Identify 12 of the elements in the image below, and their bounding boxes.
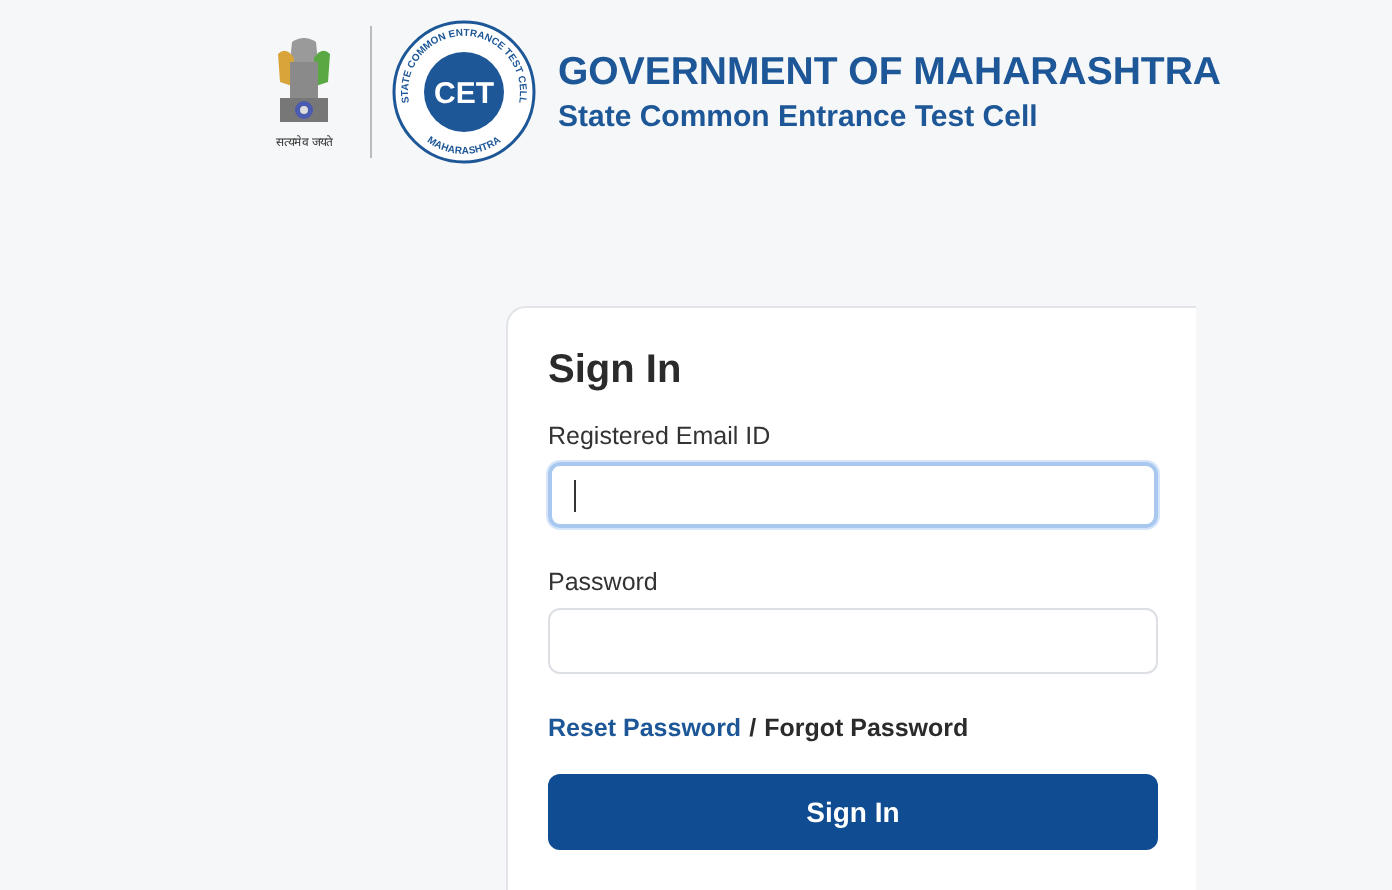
reset-password-link[interactable]: Reset Password: [548, 714, 742, 742]
forgot-password-link[interactable]: Forgot Password: [764, 714, 969, 742]
form-heading: Sign In: [548, 348, 684, 394]
input-field[interactable]: [548, 608, 1158, 674]
field-label: Password: [548, 568, 660, 596]
logo-mark: CET: [434, 77, 494, 111]
link-separator: /: [749, 714, 757, 742]
sign-in-button[interactable]: Sign In: [548, 774, 1158, 850]
site-title: GOVERNMENT OF MAHARASHTRA: [558, 50, 1221, 96]
site-subtitle: State Common Entrance Test Cell: [558, 100, 1040, 134]
input-field[interactable]: [548, 462, 1158, 528]
field-label: Registered Email ID: [548, 422, 773, 450]
